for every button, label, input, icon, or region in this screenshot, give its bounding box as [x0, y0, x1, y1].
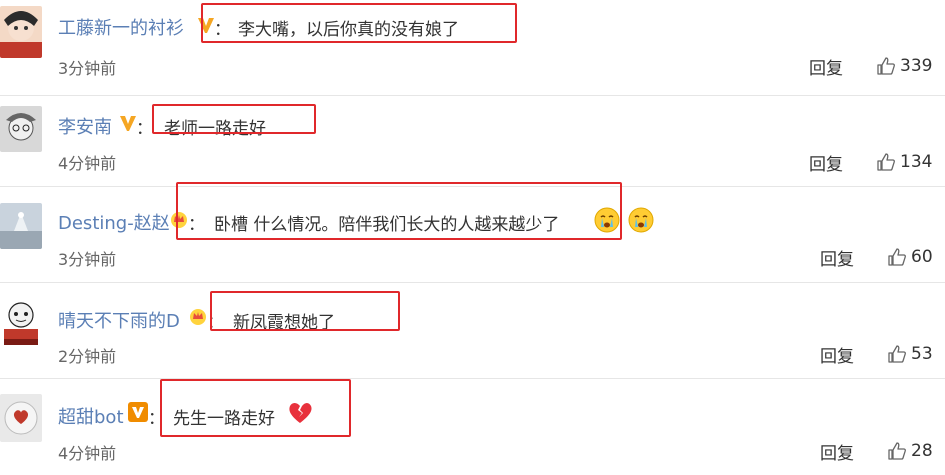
comment-item: 超甜bot ： 先生一路走好 4分钟前 回复 28	[0, 379, 945, 475]
avatar[interactable]	[0, 203, 42, 249]
reply-button[interactable]: 回复	[809, 150, 843, 175]
thumbs-up-icon	[888, 442, 906, 460]
highlight-box	[201, 3, 517, 43]
like-count: 53	[911, 344, 933, 364]
orange-v-badge-icon	[128, 402, 148, 422]
like-button[interactable]: 60	[887, 247, 933, 267]
thumbs-up-icon	[877, 153, 895, 171]
like-count: 339	[900, 56, 933, 76]
username[interactable]: 工藤新一的衬衫	[58, 14, 184, 40]
crown-badge-icon	[189, 307, 207, 325]
reply-button[interactable]: 回复	[820, 245, 854, 270]
yellow-v-badge-icon	[118, 113, 138, 133]
comment-item: 工藤新一的衬衫 ： 李大嘴，以后你真的没有娘了 3分钟前 回复 339	[0, 0, 945, 95]
comment-item: Desting-赵赵 ： 卧槽 什么情况。陪伴我们长大的人越来越少了 3分钟前 …	[0, 182, 945, 282]
username[interactable]: 晴天不下雨的D	[58, 307, 180, 333]
username[interactable]: Desting-赵赵	[58, 209, 170, 235]
highlight-box	[160, 379, 351, 437]
like-button[interactable]: 53	[887, 344, 933, 364]
like-button[interactable]: 28	[887, 441, 933, 461]
reply-button[interactable]: 回复	[820, 342, 854, 367]
avatar[interactable]	[0, 106, 42, 152]
thumbs-up-icon	[888, 345, 906, 363]
comment-item: 李安南 ： 老师一路走好 4分钟前 回复 134	[0, 96, 945, 186]
crying-face-icon	[628, 207, 654, 233]
highlight-box	[176, 182, 622, 240]
like-count: 28	[911, 441, 933, 461]
timestamp: 4分钟前	[58, 444, 117, 463]
thumbs-up-icon	[888, 248, 906, 266]
comment-item: 晴天不下雨的D ： 新凤霞想她了 2分钟前 回复 53	[0, 283, 945, 378]
avatar[interactable]	[0, 297, 42, 345]
reply-button[interactable]: 回复	[809, 54, 843, 79]
like-count: 134	[900, 152, 933, 172]
highlight-box	[210, 291, 400, 331]
like-count: 60	[911, 247, 933, 267]
colon: ：	[136, 119, 153, 139]
thumbs-up-icon	[877, 57, 895, 75]
timestamp: 3分钟前	[58, 59, 117, 78]
timestamp: 4分钟前	[58, 154, 117, 173]
username[interactable]: 超甜bot	[58, 403, 124, 429]
highlight-box	[152, 104, 316, 134]
timestamp: 2分钟前	[58, 347, 117, 366]
avatar[interactable]	[0, 394, 42, 442]
username[interactable]: 李安南	[58, 113, 112, 139]
like-button[interactable]: 339	[876, 56, 932, 76]
avatar[interactable]	[0, 6, 42, 58]
like-button[interactable]: 134	[876, 152, 932, 172]
timestamp: 3分钟前	[58, 250, 117, 269]
reply-button[interactable]: 回复	[820, 439, 854, 464]
